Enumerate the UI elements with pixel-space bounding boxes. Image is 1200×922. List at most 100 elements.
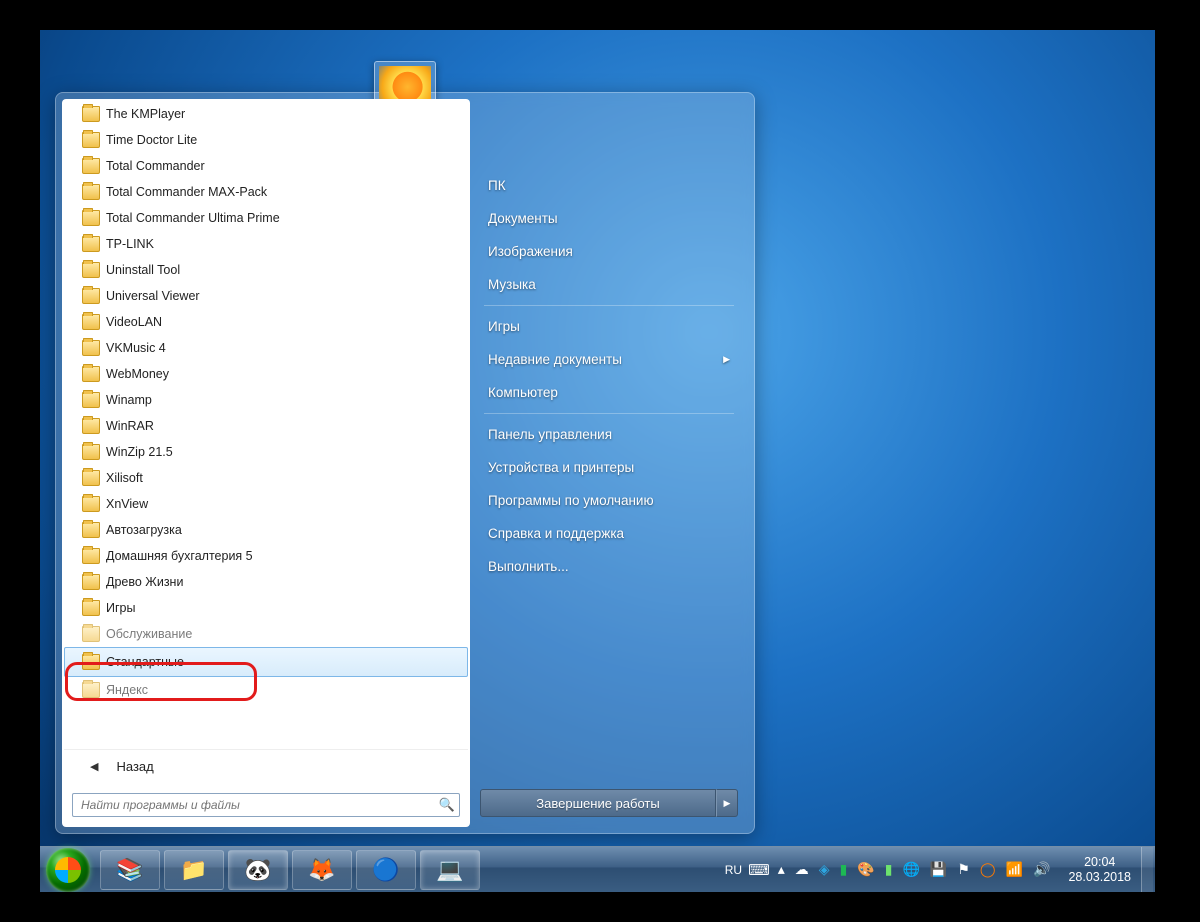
program-folder-item[interactable]: Winamp — [64, 387, 468, 413]
folder-icon — [82, 106, 100, 122]
folder-icon — [82, 132, 100, 148]
taskbar-app-libraries[interactable]: 📚 — [100, 850, 160, 890]
program-item-label: Universal Viewer — [106, 289, 200, 303]
app-icon[interactable]: ◯ — [980, 861, 996, 878]
start-menu-right-item[interactable]: Документы — [478, 202, 740, 235]
program-item-label: Total Commander Ultima Prime — [106, 211, 280, 225]
program-folder-item[interactable]: Time Doctor Lite — [64, 127, 468, 153]
program-folder-item[interactable]: WinRAR — [64, 413, 468, 439]
cloud-icon[interactable]: ☁ — [795, 861, 809, 878]
program-item-label: Яндекс — [106, 683, 148, 697]
program-item-label: Стандартные — [106, 655, 184, 669]
network-icon[interactable]: 📶 — [1006, 861, 1023, 878]
start-menu-right-item[interactable]: Недавние документы▶ — [478, 343, 740, 376]
clock-time: 20:04 — [1068, 855, 1131, 870]
folder-icon — [82, 418, 100, 434]
start-menu-right-item[interactable]: Программы по умолчанию — [478, 484, 740, 517]
shutdown-options-arrow[interactable]: ▶ — [716, 789, 738, 817]
start-menu-right-item[interactable]: Игры — [478, 310, 740, 343]
screenshot-frame: The KMPlayerTime Doctor LiteTotal Comman… — [0, 0, 1200, 922]
folder-icon — [82, 522, 100, 538]
back-button[interactable]: ◀ Назад — [64, 749, 468, 783]
program-folder-item[interactable]: Total Commander Ultima Prime — [64, 205, 468, 231]
start-menu-right-item[interactable]: Устройства и принтеры — [478, 451, 740, 484]
start-menu-right-item[interactable]: Компьютер — [478, 376, 740, 409]
volume-icon[interactable]: 🔊 — [1033, 861, 1050, 878]
folder-icon — [82, 654, 100, 670]
search-box[interactable]: 🔍 — [72, 793, 460, 817]
signal-icon[interactable]: ▮ — [885, 861, 893, 878]
right-item-label: Выполнить... — [488, 559, 569, 574]
clock-date: 28.03.2018 — [1068, 870, 1131, 885]
program-item-label: Uninstall Tool — [106, 263, 180, 277]
program-folder-item[interactable]: Total Commander MAX-Pack — [64, 179, 468, 205]
start-menu-right-item[interactable]: Выполнить... — [478, 550, 740, 583]
right-item-label: Игры — [488, 319, 520, 334]
app-icon[interactable]: ▮ — [840, 861, 848, 878]
program-folder-item[interactable]: TP-LINK — [64, 231, 468, 257]
program-folder-item[interactable]: XnView — [64, 491, 468, 517]
program-folder-item[interactable]: Xilisoft — [64, 465, 468, 491]
taskbar: 📚 📁 🐼 🦊 🔵 💻 RU ⌨ ▴ ☁ ◈ ▮ 🎨 ▮ 🌐 💾 — [40, 846, 1155, 892]
program-folder-item[interactable]: Обслуживание — [64, 621, 468, 647]
folder-icon — [82, 262, 100, 278]
separator — [484, 413, 734, 414]
start-menu-right-item[interactable]: Музыка — [478, 268, 740, 301]
folder-icon — [82, 600, 100, 616]
start-menu-right-item[interactable]: Панель управления — [478, 418, 740, 451]
program-item-label: XnView — [106, 497, 148, 511]
program-folder-item[interactable]: Uninstall Tool — [64, 257, 468, 283]
program-folder-item[interactable]: Стандартные — [64, 647, 468, 677]
program-folder-item[interactable]: WinZip 21.5 — [64, 439, 468, 465]
language-indicator[interactable]: RU — [719, 863, 748, 877]
start-button[interactable] — [46, 848, 90, 892]
show-desktop-button[interactable] — [1141, 847, 1153, 893]
program-folder-item[interactable]: VideoLAN — [64, 309, 468, 335]
taskbar-app-explorer[interactable]: 📁 — [164, 850, 224, 890]
program-folder-item[interactable]: Древо Жизни — [64, 569, 468, 595]
taskbar-app-skype[interactable]: 🔵 — [356, 850, 416, 890]
program-folder-item[interactable]: Автозагрузка — [64, 517, 468, 543]
right-item-label: Недавние документы — [488, 352, 622, 367]
globe-icon[interactable]: 🌐 — [902, 861, 919, 878]
tray-expand-icon[interactable]: ▴ — [778, 861, 785, 878]
program-folder-item[interactable]: The KMPlayer — [64, 101, 468, 127]
program-folder-item[interactable]: VKMusic 4 — [64, 335, 468, 361]
shutdown-button[interactable]: Завершение работы — [480, 789, 716, 817]
program-item-label: WebMoney — [106, 367, 169, 381]
program-folder-item[interactable]: Игры — [64, 595, 468, 621]
drive-icon[interactable]: 💾 — [930, 861, 947, 878]
program-list[interactable]: The KMPlayerTime Doctor LiteTotal Comman… — [64, 101, 468, 749]
program-item-label: Total Commander MAX-Pack — [106, 185, 267, 199]
program-folder-item[interactable]: Яндекс — [64, 677, 468, 703]
program-folder-item[interactable]: Total Commander — [64, 153, 468, 179]
folder-icon — [82, 626, 100, 642]
program-folder-item[interactable]: Universal Viewer — [64, 283, 468, 309]
program-folder-item[interactable]: WebMoney — [64, 361, 468, 387]
shutdown-label: Завершение работы — [536, 796, 659, 811]
keyboard-icon[interactable]: ⌨ — [748, 861, 770, 879]
taskbar-clock[interactable]: 20:04 28.03.2018 — [1058, 855, 1141, 885]
program-folder-item[interactable]: Домашняя бухгалтерия 5 — [64, 543, 468, 569]
taskbar-app-firefox[interactable]: 🦊 — [292, 850, 352, 890]
taskbar-pinned-apps: 📚 📁 🐼 🦊 🔵 💻 — [100, 850, 480, 890]
taskbar-app-terminal[interactable]: 💻 — [420, 850, 480, 890]
telegram-icon[interactable]: ◈ — [819, 861, 830, 878]
start-menu-right-item[interactable]: ПК — [478, 169, 740, 202]
folder-icon — [82, 236, 100, 252]
desktop[interactable]: The KMPlayerTime Doctor LiteTotal Comman… — [40, 30, 1155, 892]
folder-icon — [82, 288, 100, 304]
search-input[interactable] — [81, 798, 439, 812]
start-menu-right-item[interactable]: Справка и поддержка — [478, 517, 740, 550]
taskbar-app-panda[interactable]: 🐼 — [228, 850, 288, 890]
folder-icon — [82, 184, 100, 200]
folder-icon — [82, 682, 100, 698]
app-icon[interactable]: 🎨 — [857, 861, 874, 878]
folder-icon — [82, 158, 100, 174]
flag-icon[interactable]: ⚑ — [957, 861, 970, 878]
start-menu-right-item[interactable]: Изображения — [478, 235, 740, 268]
folder-icon — [82, 314, 100, 330]
right-item-label: Программы по умолчанию — [488, 493, 654, 508]
folder-icon — [82, 444, 100, 460]
program-item-label: Xilisoft — [106, 471, 143, 485]
